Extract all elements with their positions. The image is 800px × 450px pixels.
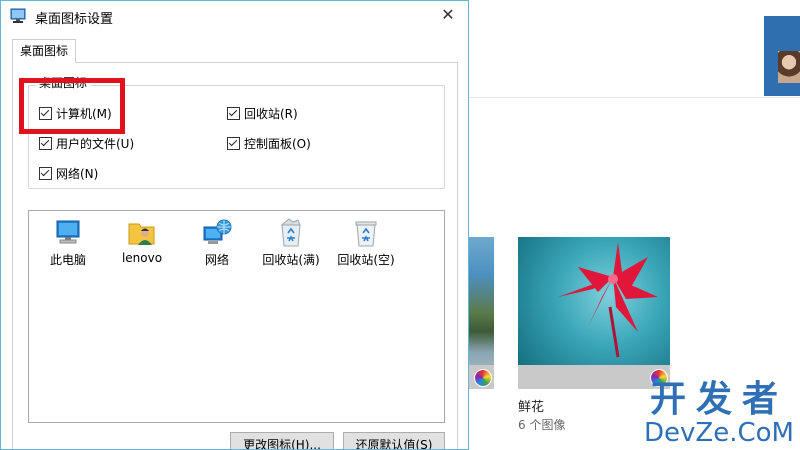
dialog-title: 桌面图标设置	[35, 12, 114, 27]
icon-label: 网络	[204, 253, 229, 267]
checkbox-checked-icon[interactable]	[227, 137, 240, 150]
title-bar[interactable]: 桌面图标设置 ✕	[1, 1, 468, 31]
checkbox-label: 回收站(R)	[244, 107, 298, 121]
icon-item-this-pc[interactable]: 此电脑	[35, 211, 101, 268]
checkbox-label: 控制面板(O)	[244, 137, 311, 151]
network-icon	[203, 219, 232, 244]
restore-default-button[interactable]: 还原默认值(S)	[343, 432, 445, 449]
checkbox-label: 计算机(M)	[56, 107, 112, 121]
icon-label: lenovo	[121, 251, 163, 265]
icon-item-user-folder[interactable]: lenovo	[109, 211, 175, 265]
recycle-bin-empty-icon	[355, 221, 377, 247]
checkbox-checked-icon[interactable]	[39, 107, 52, 120]
desktop-icon-settings-dialog: 桌面图标设置 ✕ 桌面图标 桌面图标 计算机(M) 回收站(R) 用户的文件(U…	[0, 0, 469, 450]
flower-image	[558, 242, 658, 358]
settings-monitor-icon	[10, 8, 26, 23]
checkbox-user-files[interactable]: 用户的文件(U)	[39, 135, 134, 152]
checkbox-recycle-bin[interactable]: 回收站(R)	[227, 105, 298, 122]
tab-desktop-icons[interactable]: 桌面图标	[12, 39, 76, 63]
watermark-line1: 开发者	[649, 379, 788, 420]
icon-item-recycle-bin-full[interactable]: 回收站(满)	[258, 211, 324, 268]
user-folder-icon	[128, 223, 155, 245]
icon-label: 回收站(空)	[337, 253, 395, 267]
photos-app-divider	[470, 97, 800, 98]
checkbox-network[interactable]: 网络(N)	[39, 165, 98, 182]
checkbox-checked-icon[interactable]	[227, 107, 240, 120]
album-count: 6 个图像	[518, 418, 566, 432]
icon-item-network[interactable]: 网络	[184, 211, 250, 268]
icon-preview-list[interactable]: 此电脑 lenovo 网络 回收站(满) 回收站(空)	[28, 210, 445, 423]
group-label: 桌面图标	[36, 76, 91, 90]
checkbox-checked-icon[interactable]	[39, 137, 52, 150]
avatar-image	[778, 51, 800, 83]
icon-label: 此电脑	[49, 253, 86, 267]
watermark: 开发者 DevZe.CoM	[644, 379, 794, 449]
photo-tile-flowers[interactable]	[518, 237, 670, 365]
computer-icon	[56, 220, 80, 244]
recycle-bin-full-icon	[280, 218, 301, 247]
album-name[interactable]: 鲜花	[518, 396, 544, 415]
close-button[interactable]: ✕	[428, 1, 468, 31]
watermark-line2: DevZe.CoM	[644, 418, 794, 448]
icon-item-recycle-bin-empty[interactable]: 回收站(空)	[333, 211, 399, 268]
checkbox-label: 用户的文件(U)	[56, 137, 135, 151]
icon-label: 回收站(满)	[262, 253, 320, 267]
avatar[interactable]	[764, 16, 800, 96]
photos-app-header	[470, 0, 800, 97]
checkbox-checked-icon[interactable]	[39, 167, 52, 180]
change-icon-button[interactable]: 更改图标(H)...	[230, 432, 334, 449]
color-wheel-icon	[474, 369, 492, 387]
checkbox-control-panel[interactable]: 控制面板(O)	[227, 135, 311, 152]
checkbox-computer[interactable]: 计算机(M)	[39, 105, 112, 122]
checkbox-label: 网络(N)	[56, 167, 99, 181]
